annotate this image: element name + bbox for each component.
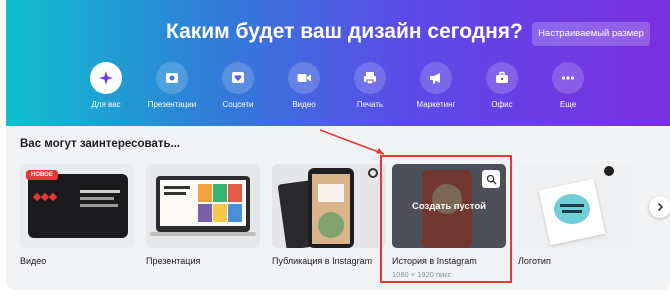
card-name: Логотип — [518, 256, 551, 266]
category-label: Соцсети — [222, 100, 254, 109]
category-label: Маркетинг — [416, 100, 456, 109]
new-badge: НОВОЕ — [26, 170, 58, 180]
logo-thumbnail — [518, 164, 632, 248]
card-name: Видео — [20, 256, 47, 266]
hero-title: Каким будет ваш дизайн сегодня? — [166, 20, 523, 43]
presentation-thumbnail — [146, 164, 260, 248]
video-icon — [288, 62, 320, 94]
next-arrow-button[interactable] — [649, 196, 670, 218]
category-more[interactable]: Еще — [538, 62, 598, 109]
video-thumbnail: НОВОЕ — [20, 164, 134, 248]
template-card-instagram-post[interactable]: Публикация в Instagram — [272, 164, 386, 266]
category-for-you[interactable]: Для вас — [76, 62, 136, 109]
design-home: Каким будет ваш дизайн сегодня? Настраив… — [6, 0, 670, 290]
category-label: Для вас — [91, 100, 121, 109]
chevron-right-icon — [657, 202, 664, 212]
megaphone-icon — [420, 62, 452, 94]
template-card-video[interactable]: НОВОЕ Видео — [20, 164, 134, 266]
briefcase-icon — [486, 62, 518, 94]
more-icon — [552, 62, 584, 94]
presentation-icon — [156, 62, 188, 94]
card-name: Публикация в Instagram — [272, 256, 373, 266]
template-card-logo[interactable]: Логотип — [518, 164, 632, 266]
category-office[interactable]: Офис — [472, 62, 532, 109]
highlight-box — [380, 155, 512, 283]
sparkle-icon — [90, 62, 122, 94]
category-presentations[interactable]: Презентации — [142, 62, 202, 109]
category-label: Офис — [491, 100, 513, 109]
category-label: Еще — [559, 100, 577, 109]
category-marketing[interactable]: Маркетинг — [406, 62, 466, 109]
suggestions-panel: Вас могут заинтересовать... НОВОЕ Видео — [6, 126, 670, 290]
template-card-presentation[interactable]: Презентация — [146, 164, 260, 266]
category-print[interactable]: Печать — [340, 62, 400, 109]
category-social[interactable]: Соцсети — [208, 62, 268, 109]
category-video[interactable]: Видео — [274, 62, 334, 109]
category-label: Презентации — [147, 100, 197, 109]
hero-banner: Каким будет ваш дизайн сегодня? Настраив… — [6, 0, 670, 126]
instagram-post-thumbnail — [272, 164, 386, 248]
suggestions-title: Вас могут заинтересовать... — [20, 138, 181, 150]
heart-icon — [222, 62, 254, 94]
card-name: Презентация — [146, 256, 201, 266]
custom-size-button[interactable]: Настраиваемый размер — [532, 22, 650, 46]
category-label: Печать — [356, 100, 384, 109]
category-label: Видео — [292, 100, 316, 109]
printer-icon — [354, 62, 386, 94]
